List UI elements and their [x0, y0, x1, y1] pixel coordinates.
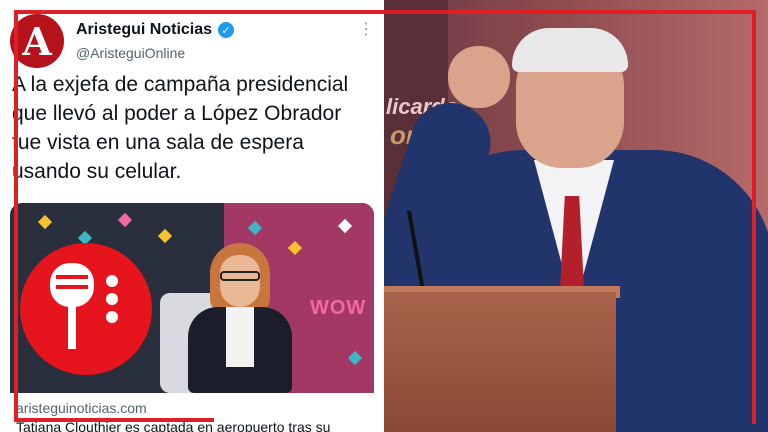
pattern-tile	[117, 212, 133, 228]
press-photo: licardo ores	[384, 0, 768, 432]
more-options-icon[interactable]: ⋮	[358, 22, 374, 38]
wall-wow-text: WOW	[310, 297, 367, 319]
pattern-tile	[37, 214, 53, 230]
microphone-logo-icon	[20, 243, 152, 375]
link-preview-card[interactable]: WOW aristeguinoticias.com Tatiana Clouth…	[10, 203, 374, 432]
author-handle[interactable]: @AristeguiOnline	[76, 45, 185, 61]
hand	[448, 46, 510, 108]
pattern-tile	[157, 228, 173, 244]
verified-badge-icon: ✓	[218, 22, 235, 38]
red-frame-bottom	[14, 418, 214, 422]
red-frame-top	[14, 10, 756, 14]
red-frame-right	[752, 10, 756, 424]
tweet-card: A Aristegui Noticias ✓ @AristeguiOnline …	[0, 0, 384, 432]
profile-avatar[interactable]: A	[10, 14, 64, 68]
podium	[384, 292, 616, 432]
card-domain: aristeguinoticias.com	[16, 400, 147, 416]
author-display-name[interactable]: Aristegui Noticias	[76, 21, 212, 39]
tweet-text: A la exjefa de campaña presidencial que …	[12, 73, 349, 183]
red-frame-left	[14, 10, 18, 420]
woman-figure	[180, 243, 300, 393]
hair	[512, 28, 628, 72]
card-image: WOW	[10, 203, 374, 393]
author-row: Aristegui Noticias ✓	[76, 21, 235, 39]
